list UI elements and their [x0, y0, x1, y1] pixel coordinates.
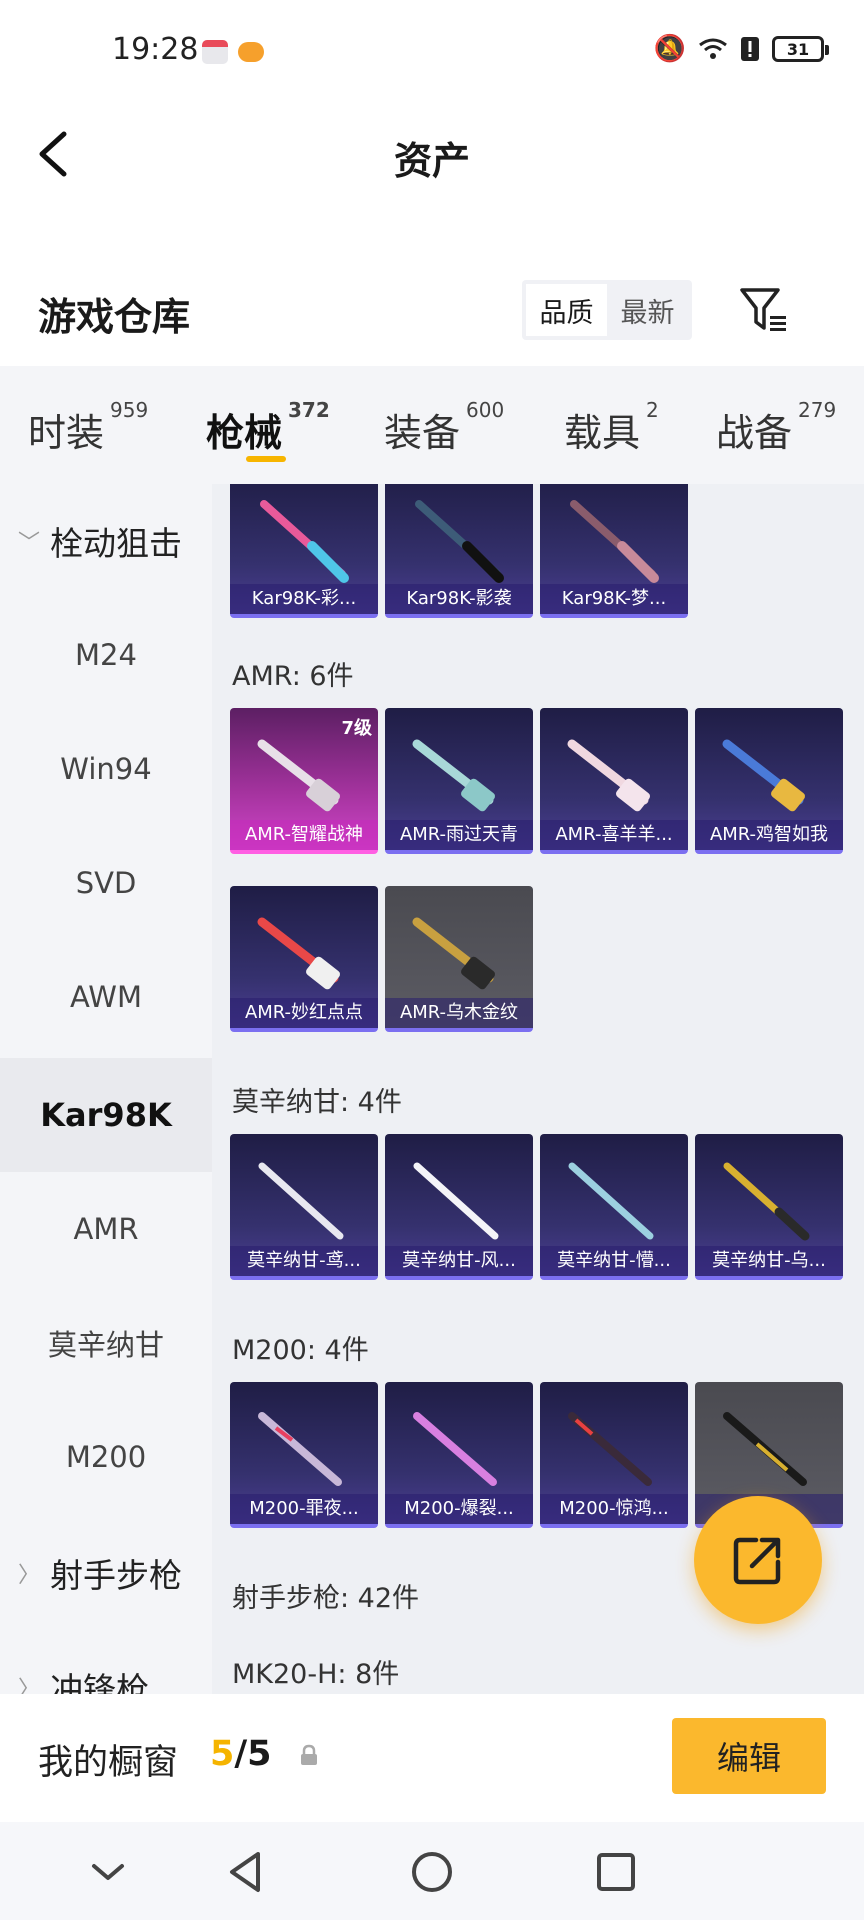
- sidebar-item-mosin[interactable]: 莫辛纳甘: [0, 1286, 212, 1400]
- section-label-amr: AMR: 6件: [232, 661, 354, 692]
- sniper-skin-icon: [567, 739, 650, 812]
- showcase-count: 5/5: [210, 1734, 272, 1774]
- sidebar-item-m24[interactable]: M24: [0, 598, 212, 712]
- showcase-bar: 我的橱窗 5/5 编辑: [0, 1694, 864, 1822]
- weapon-card[interactable]: 莫辛纳甘-风...: [385, 1134, 533, 1280]
- sniper-skin-icon: [257, 917, 340, 990]
- battery-indicator: 31: [772, 36, 829, 62]
- sidebar-group-dmr[interactable]: 〉射手步枪: [0, 1516, 212, 1630]
- section-label-mk20: MK20-H: 8件: [232, 1659, 400, 1690]
- weapon-card[interactable]: AMR-雨过天青: [385, 708, 533, 854]
- weapon-card[interactable]: 莫辛纳甘-鸢...: [230, 1134, 378, 1280]
- rifle-skin-icon: [723, 1162, 810, 1241]
- weapon-card[interactable]: M200-惊鸿...: [540, 1382, 688, 1528]
- sidebar-item-awm[interactable]: AWM: [0, 940, 212, 1054]
- weapon-card[interactable]: Kar98K-影袭: [385, 484, 533, 618]
- sidebar-group-bolt-action[interactable]: ﹀ 栓动狙击: [0, 484, 212, 598]
- sniper-skin-icon: [412, 739, 495, 812]
- weapon-card[interactable]: AMR-妙红点点: [230, 886, 378, 1032]
- alert-icon: [741, 37, 759, 61]
- category-tabs: 时装959 枪械372 装备600 载具2 战备279: [0, 366, 864, 484]
- sidebar-item-m200[interactable]: M200: [0, 1400, 212, 1514]
- nav-down-icon[interactable]: [82, 1846, 134, 1898]
- sidebar-group-smg[interactable]: 〉冲锋枪: [0, 1630, 212, 1694]
- mute-icon: 🔕: [653, 34, 686, 64]
- status-icons: 🔕 31: [653, 34, 829, 64]
- weapon-card[interactable]: 莫辛纳甘-懵...: [540, 1134, 688, 1280]
- notification-app-icon: [202, 40, 228, 64]
- weapon-card[interactable]: 7级 AMR-智耀战神: [230, 708, 378, 854]
- sniper-skin-icon: [722, 739, 805, 812]
- rifle-skin-icon: [258, 1162, 344, 1240]
- nav-home-icon[interactable]: [406, 1846, 458, 1898]
- rifle-skin-icon: [413, 1162, 499, 1240]
- tab-fashion[interactable]: 时装959: [28, 398, 148, 457]
- tab-guns[interactable]: 枪械372: [206, 398, 330, 457]
- tab-supplies[interactable]: 战备279: [716, 398, 836, 457]
- rifle-skin-icon: [415, 500, 504, 583]
- sniper-skin-icon: [723, 1412, 807, 1486]
- section-label-m200: M200: 4件: [232, 1335, 369, 1366]
- status-bar: 19:28 🔕 31: [0, 0, 864, 104]
- sidebar-item-win94[interactable]: Win94: [0, 712, 212, 826]
- weapon-type-sidebar: ﹀ 栓动狙击 M24 Win94 SVD AWM Kar98K AMR 莫辛纳甘 …: [0, 484, 212, 1694]
- page-title: 资产: [393, 139, 470, 183]
- nav-recents-icon[interactable]: [590, 1846, 642, 1898]
- lock-icon: [301, 1744, 317, 1765]
- sort-by-quality[interactable]: 品质: [526, 284, 607, 336]
- sidebar-item-kar98k[interactable]: Kar98K: [0, 1058, 212, 1172]
- sort-by-newest[interactable]: 最新: [607, 284, 688, 336]
- sniper-skin-icon: [413, 1412, 497, 1486]
- weapon-card[interactable]: Kar98K-梦...: [540, 484, 688, 618]
- warehouse-title: 游戏仓库: [38, 295, 191, 339]
- nav-back-icon[interactable]: [220, 1846, 272, 1898]
- tab-vehicles[interactable]: 载具2: [564, 398, 659, 457]
- weapon-card[interactable]: M200-罪夜...: [230, 1382, 378, 1528]
- weapon-card[interactable]: AMR-鸡智如我: [695, 708, 843, 854]
- sidebar-item-amr[interactable]: AMR: [0, 1172, 212, 1286]
- weapon-card[interactable]: 莫辛纳甘-乌...: [695, 1134, 843, 1280]
- notification-game-icon: [238, 42, 264, 62]
- section-label-mosin: 莫辛纳甘: 4件: [232, 1087, 402, 1118]
- rifle-skin-icon: [260, 500, 349, 583]
- chevron-down-icon: ﹀: [18, 531, 41, 556]
- weapon-card[interactable]: M200-爆裂...: [385, 1382, 533, 1528]
- wifi-icon: [699, 38, 727, 59]
- chevron-right-icon: 〉: [18, 1677, 41, 1694]
- system-nav-bar: [0, 1822, 864, 1920]
- chevron-right-icon: 〉: [18, 1563, 41, 1588]
- sniper-skin-icon: [412, 917, 495, 990]
- weapon-card[interactable]: Kar98K-彩...: [230, 484, 378, 618]
- sniper-skin-icon: [257, 739, 340, 812]
- share-export-icon: [733, 1537, 781, 1585]
- status-time: 19:28: [112, 32, 199, 67]
- weapon-card[interactable]: AMR-乌木金纹: [385, 886, 533, 1032]
- rifle-skin-icon: [570, 500, 659, 583]
- weapon-card[interactable]: AMR-喜羊羊...: [540, 708, 688, 854]
- share-button[interactable]: [694, 1496, 822, 1624]
- app-header: 资产: [0, 104, 864, 204]
- section-label-dmr: 射手步枪: 42件: [232, 1583, 420, 1614]
- tab-equipment[interactable]: 装备600: [384, 398, 504, 457]
- active-tab-indicator: [246, 456, 286, 462]
- edit-button[interactable]: 编辑: [672, 1718, 826, 1794]
- filter-icon[interactable]: [738, 284, 790, 336]
- sniper-skin-icon: [568, 1412, 652, 1486]
- sort-toggle: 品质 最新: [522, 280, 692, 340]
- showcase-label: 我的橱窗: [38, 1743, 179, 1783]
- sniper-skin-icon: [258, 1412, 342, 1486]
- sidebar-item-svd[interactable]: SVD: [0, 826, 212, 940]
- rifle-skin-icon: [568, 1162, 654, 1240]
